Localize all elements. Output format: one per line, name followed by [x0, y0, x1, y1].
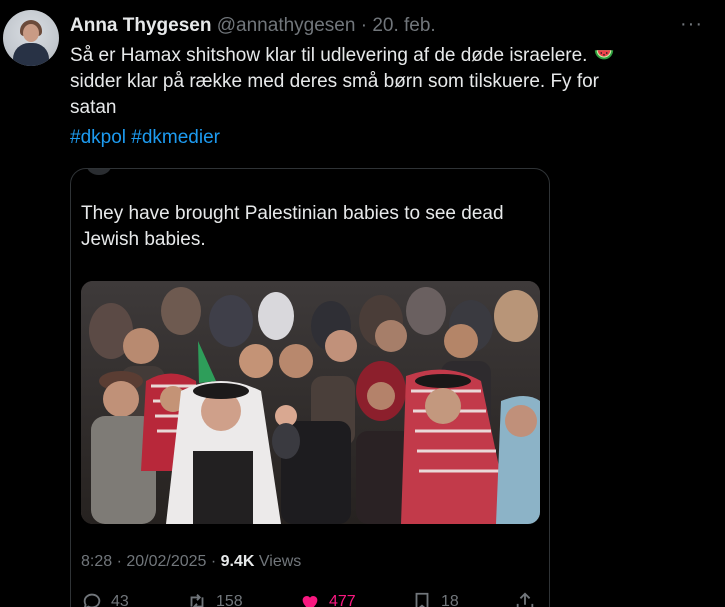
repost-icon: [190, 594, 204, 607]
like-button[interactable]: 477: [299, 591, 356, 607]
quote-text: They have brought Palestinian babies to …: [81, 203, 504, 250]
like-heart-icon: [302, 596, 318, 607]
quoted-tweet[interactable]: They have brought Palestinian babies to …: [70, 168, 550, 607]
header-separator: ·: [355, 15, 373, 36]
hashtags: #dkpol #dkmedier: [70, 125, 220, 151]
avatar[interactable]: [3, 10, 59, 66]
bookmark-count: 18: [441, 593, 459, 607]
reply-count: 43: [111, 593, 129, 607]
bookmark-icon: [415, 592, 429, 607]
repost-button[interactable]: 158: [186, 591, 243, 607]
share-icon: [516, 592, 534, 607]
more-icon[interactable]: ···: [680, 14, 708, 38]
bookmark-button[interactable]: 18: [411, 591, 459, 607]
tweet-text: Så er Hamax shitshow klar til udlevering…: [70, 42, 710, 121]
hashtag-dkpol[interactable]: #dkpol: [70, 127, 126, 148]
reply-button[interactable]: 43: [81, 591, 129, 607]
action-bar: 43 158 477 18: [81, 591, 541, 607]
author-name[interactable]: Anna Thygesen: [70, 15, 211, 36]
crowd-image: [81, 281, 540, 524]
tweet-date[interactable]: 20. feb.: [372, 15, 435, 36]
views-count: 9.4K: [220, 553, 255, 570]
tweet[interactable]: Anna Thygesen @annathygesen · 20. feb. ·…: [0, 0, 725, 607]
avatar-face: [23, 24, 39, 42]
tweet-text-line-3: satan: [70, 97, 117, 118]
quote-time[interactable]: 8:28: [81, 553, 112, 570]
tweet-text-line-2: sidder klar på række med deres små børn …: [70, 71, 600, 92]
quote-date[interactable]: 20/02/2025: [126, 553, 206, 570]
quote-author-avatar[interactable]: [87, 169, 111, 175]
quote-video-frame[interactable]: [81, 281, 540, 524]
avatar-body: [13, 43, 49, 66]
share-button[interactable]: [514, 591, 536, 607]
quote-meta-separator-1: ·: [112, 553, 127, 570]
views-label: Views: [254, 553, 302, 570]
tweet-text-line-1: Så er Hamax shitshow klar til udlevering…: [70, 45, 593, 66]
watermelon-emoji-icon: [594, 50, 613, 60]
author-handle[interactable]: @annathygesen: [217, 15, 356, 36]
hashtag-dkmedier[interactable]: #dkmedier: [131, 127, 220, 148]
repost-count: 158: [216, 593, 243, 607]
like-count: 477: [329, 593, 356, 607]
reply-icon: [83, 593, 101, 607]
tweet-header: Anna Thygesen @annathygesen · 20. feb.: [70, 14, 436, 38]
quote-meta-separator-2: ·: [206, 553, 221, 570]
quote-meta: 8:28 · 20/02/2025 · 9.4K Views: [81, 552, 301, 572]
